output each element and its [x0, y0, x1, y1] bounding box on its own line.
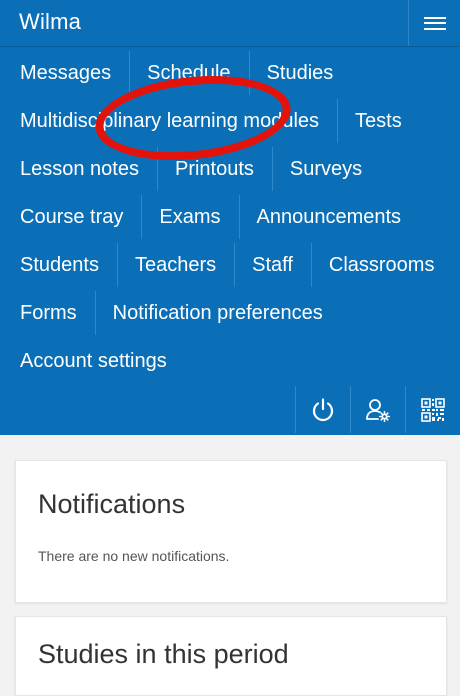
nav-item-forms[interactable]: Forms — [0, 289, 95, 337]
qr-code-icon — [421, 397, 445, 422]
nav-item-teachers[interactable]: Teachers — [116, 241, 234, 289]
nav-action-bar — [295, 386, 460, 433]
nav-item-staff[interactable]: Staff — [234, 241, 311, 289]
nav-item-messages[interactable]: Messages — [0, 49, 129, 97]
notifications-title: Notifications — [38, 489, 186, 519]
menu-toggle-button[interactable] — [408, 0, 460, 46]
user-settings-icon — [366, 398, 391, 422]
nav-row: Account settings — [0, 337, 185, 385]
nav-item-account-settings[interactable]: Account settings — [0, 337, 185, 385]
app-title[interactable]: Wilma — [19, 9, 81, 35]
nav-row: Students Teachers Staff Classrooms — [0, 241, 452, 289]
nav-item-exams[interactable]: Exams — [141, 193, 238, 241]
nav-row: Forms Notification preferences — [0, 289, 341, 337]
logout-icon — [312, 397, 334, 421]
notifications-empty-text: There are no new notifications. — [38, 548, 230, 564]
studies-card: Studies in this period — [15, 616, 447, 696]
app-bar: Wilma — [0, 0, 460, 47]
nav-item-printouts[interactable]: Printouts — [156, 145, 272, 193]
nav-item-studies[interactable]: Studies — [248, 49, 352, 97]
nav-row: Messages Schedule Studies — [0, 49, 351, 97]
qr-code-button[interactable] — [405, 386, 460, 433]
user-settings-button[interactable] — [350, 386, 405, 433]
nav-item-surveys[interactable]: Surveys — [271, 145, 380, 193]
hamburger-menu-icon — [423, 16, 446, 30]
notifications-card: Notifications There are no new notificat… — [15, 460, 447, 603]
nav-row: Multidisciplinary learning modules Tests — [0, 97, 420, 145]
main-navigation: Messages Schedule Studies Multidisciplin… — [0, 47, 460, 435]
nav-item-announcements[interactable]: Announcements — [238, 193, 420, 241]
nav-item-multidisciplinary-learning-modules[interactable]: Multidisciplinary learning modules — [0, 97, 337, 145]
studies-title: Studies in this period — [38, 639, 289, 669]
nav-row: Lesson notes Printouts Surveys — [0, 145, 380, 193]
nav-item-notification-preferences[interactable]: Notification preferences — [94, 289, 341, 337]
nav-row: Course tray Exams Announcements — [0, 193, 419, 241]
nav-item-schedule[interactable]: Schedule — [129, 49, 248, 97]
nav-item-lesson-notes[interactable]: Lesson notes — [0, 145, 157, 193]
logout-button[interactable] — [295, 386, 350, 433]
nav-item-course-tray[interactable]: Course tray — [0, 193, 141, 241]
nav-item-classrooms[interactable]: Classrooms — [310, 241, 453, 289]
nav-item-tests[interactable]: Tests — [337, 97, 420, 145]
nav-item-students[interactable]: Students — [0, 241, 117, 289]
